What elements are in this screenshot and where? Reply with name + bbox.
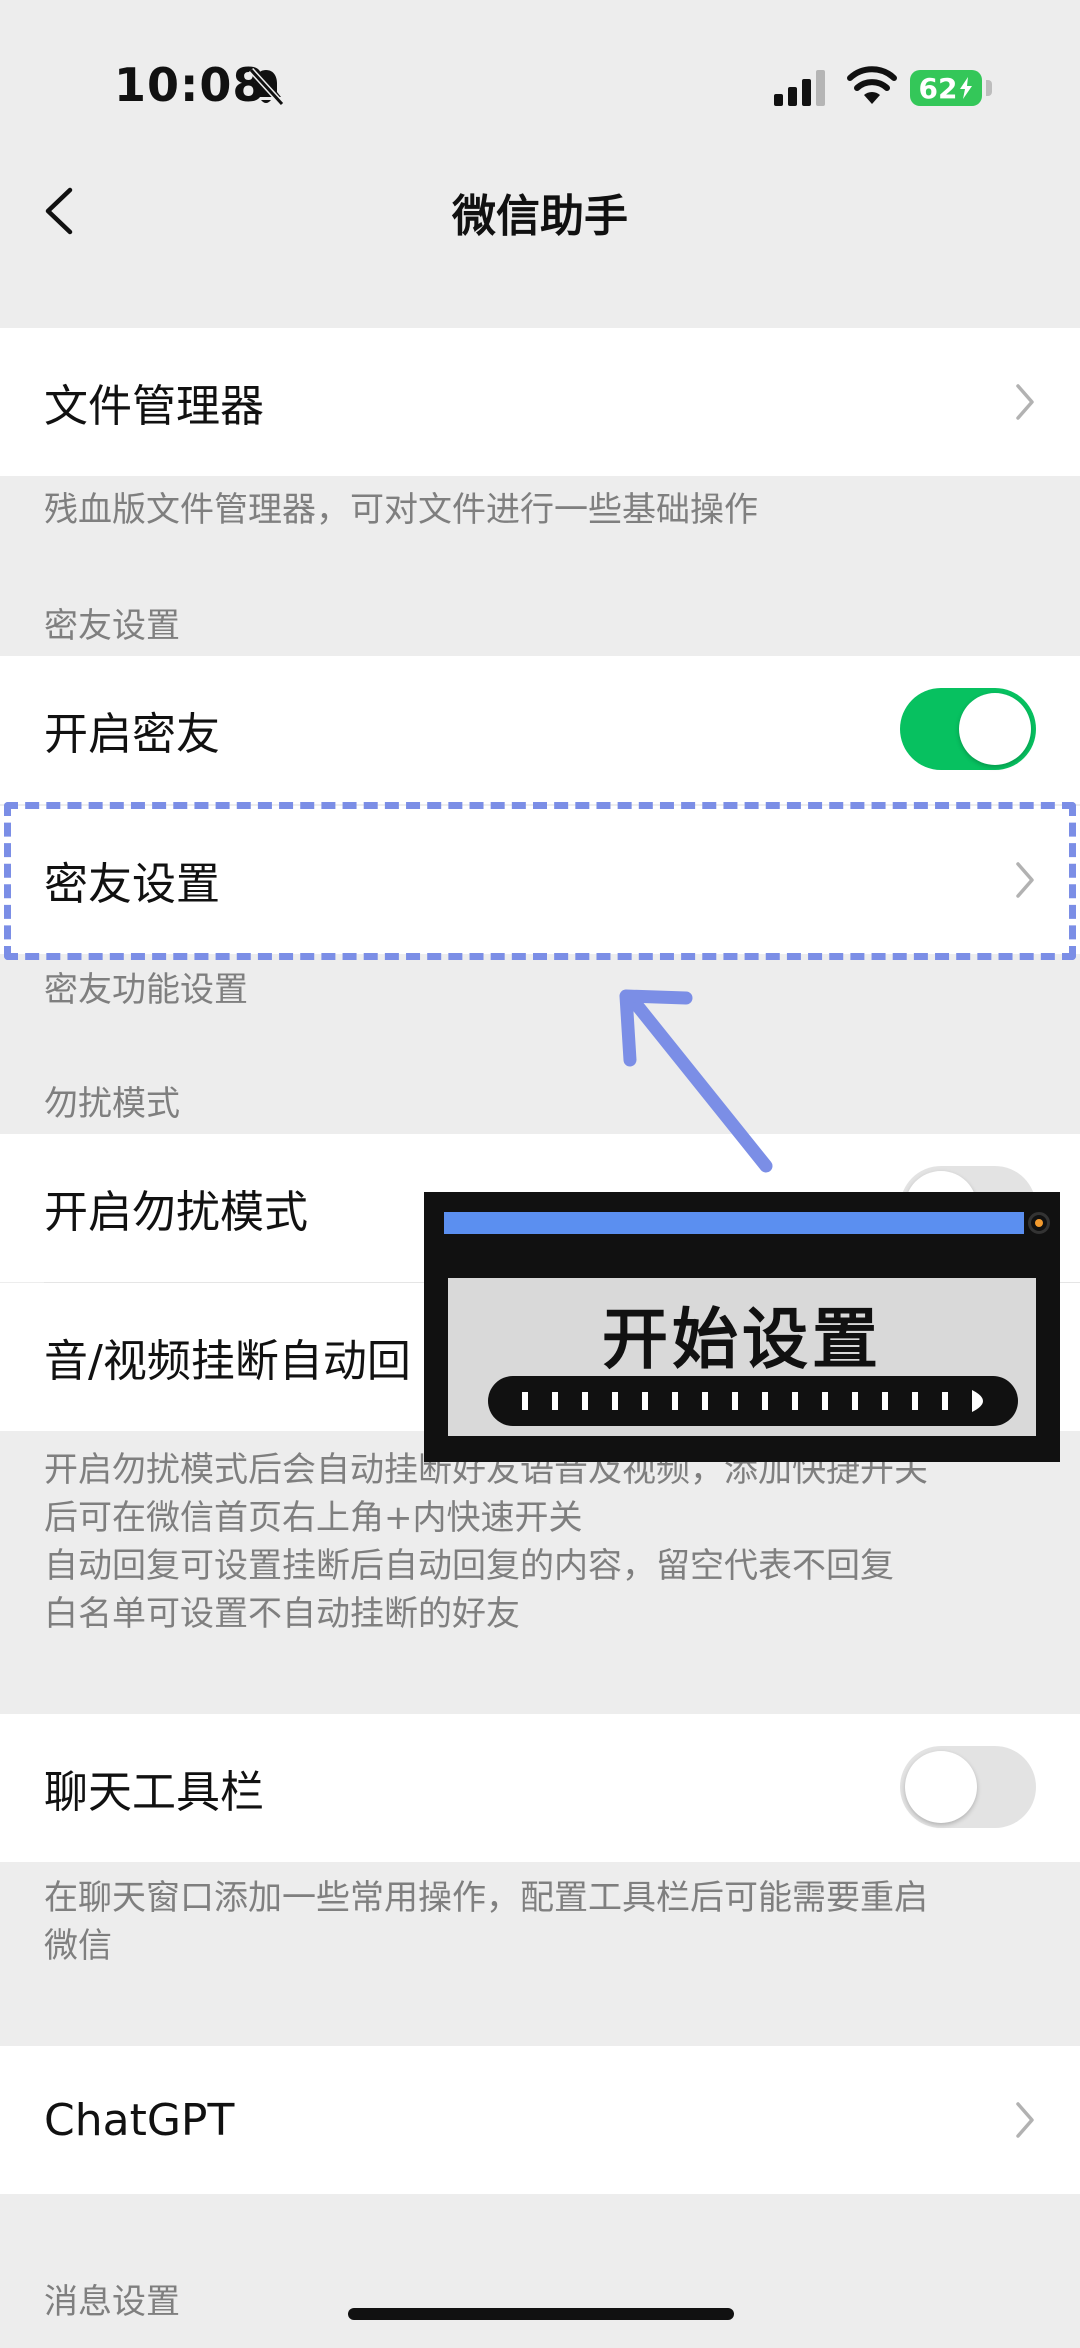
dnd-note-line: 后可在微信首页右上角+内快速开关 xyxy=(44,1498,583,1538)
file-manager-label: 文件管理器 xyxy=(44,381,264,432)
start-setup-card: 开始设置 xyxy=(424,1192,1060,1462)
enable-close-friend-label: 开启密友 xyxy=(44,709,220,760)
auto-reply-label: 音/视频挂断自动回 xyxy=(44,1336,411,1387)
dnd-section-header: 勿扰模式 xyxy=(44,1084,180,1124)
chatgpt-label: ChatGPT xyxy=(44,2094,235,2146)
card-progress-bar xyxy=(488,1376,1018,1426)
chat-toolbar-toggle[interactable] xyxy=(900,1746,1036,1828)
toolbar-note-line: 微信 xyxy=(44,1926,112,1966)
close-friend-settings-row[interactable]: 密友设置 xyxy=(0,806,1080,954)
enable-dnd-label: 开启勿扰模式 xyxy=(44,1187,308,1238)
toggle-knob xyxy=(959,693,1031,765)
file-manager-row[interactable]: 文件管理器 xyxy=(0,328,1080,476)
toggle-knob xyxy=(905,1751,977,1823)
dnd-note-line: 自动回复可设置挂断后自动回复的内容，留空代表不回复 xyxy=(44,1546,894,1586)
page-title: 微信助手 xyxy=(452,191,628,242)
wifi-icon xyxy=(847,66,897,104)
close-friend-section-header: 密友设置 xyxy=(44,606,180,646)
close-friend-settings-label: 密友设置 xyxy=(44,859,220,910)
enable-close-friend-row: 开启密友 xyxy=(0,656,1080,804)
status-bar: 10:08 62 xyxy=(0,0,1080,170)
message-settings-header: 消息设置 xyxy=(44,2282,180,2322)
close-friend-note: 密友功能设置 xyxy=(44,970,248,1010)
close-friend-toggle[interactable] xyxy=(900,688,1036,770)
home-indicator xyxy=(348,2308,734,2320)
dnd-note-line: 白名单可设置不自动挂断的好友 xyxy=(44,1594,520,1634)
status-time: 10:08 xyxy=(114,58,266,112)
chat-toolbar-label: 聊天工具栏 xyxy=(44,1767,264,1818)
file-manager-note: 残血版文件管理器，可对文件进行一些基础操作 xyxy=(44,490,758,530)
battery-tip xyxy=(986,80,992,96)
card-title: 开始设置 xyxy=(602,1301,882,1378)
signal-icon xyxy=(774,70,825,106)
progress-ticks-icon xyxy=(522,1390,983,1412)
chatgpt-row[interactable]: ChatGPT xyxy=(0,2046,1080,2194)
chat-toolbar-row: 聊天工具栏 xyxy=(0,1714,1080,1862)
battery-level: 62 xyxy=(918,71,958,105)
card-title-bar xyxy=(444,1212,1024,1234)
card-dot-icon xyxy=(1028,1212,1050,1234)
charging-bolt-icon xyxy=(960,77,973,99)
chevron-right-icon xyxy=(1016,2102,1034,2138)
pointer-arrow-icon xyxy=(619,989,773,1173)
chevron-right-icon xyxy=(1016,862,1034,898)
toolbar-note-line: 在聊天窗口添加一些常用操作，配置工具栏后可能需要重启 xyxy=(44,1878,928,1918)
card-panel: 开始设置 xyxy=(444,1274,1040,1440)
dnd-notes: 开启勿扰模式后会自动挂断好友语音及视频，添加快捷开关 后可在微信首页右上角+内快… xyxy=(44,1446,1034,1638)
chevron-right-icon xyxy=(1016,384,1034,420)
battery-icon: 62 xyxy=(910,70,982,106)
bell-off-icon xyxy=(248,67,285,107)
chat-toolbar-notes: 在聊天窗口添加一些常用操作，配置工具栏后可能需要重启 微信 xyxy=(44,1874,1034,1970)
